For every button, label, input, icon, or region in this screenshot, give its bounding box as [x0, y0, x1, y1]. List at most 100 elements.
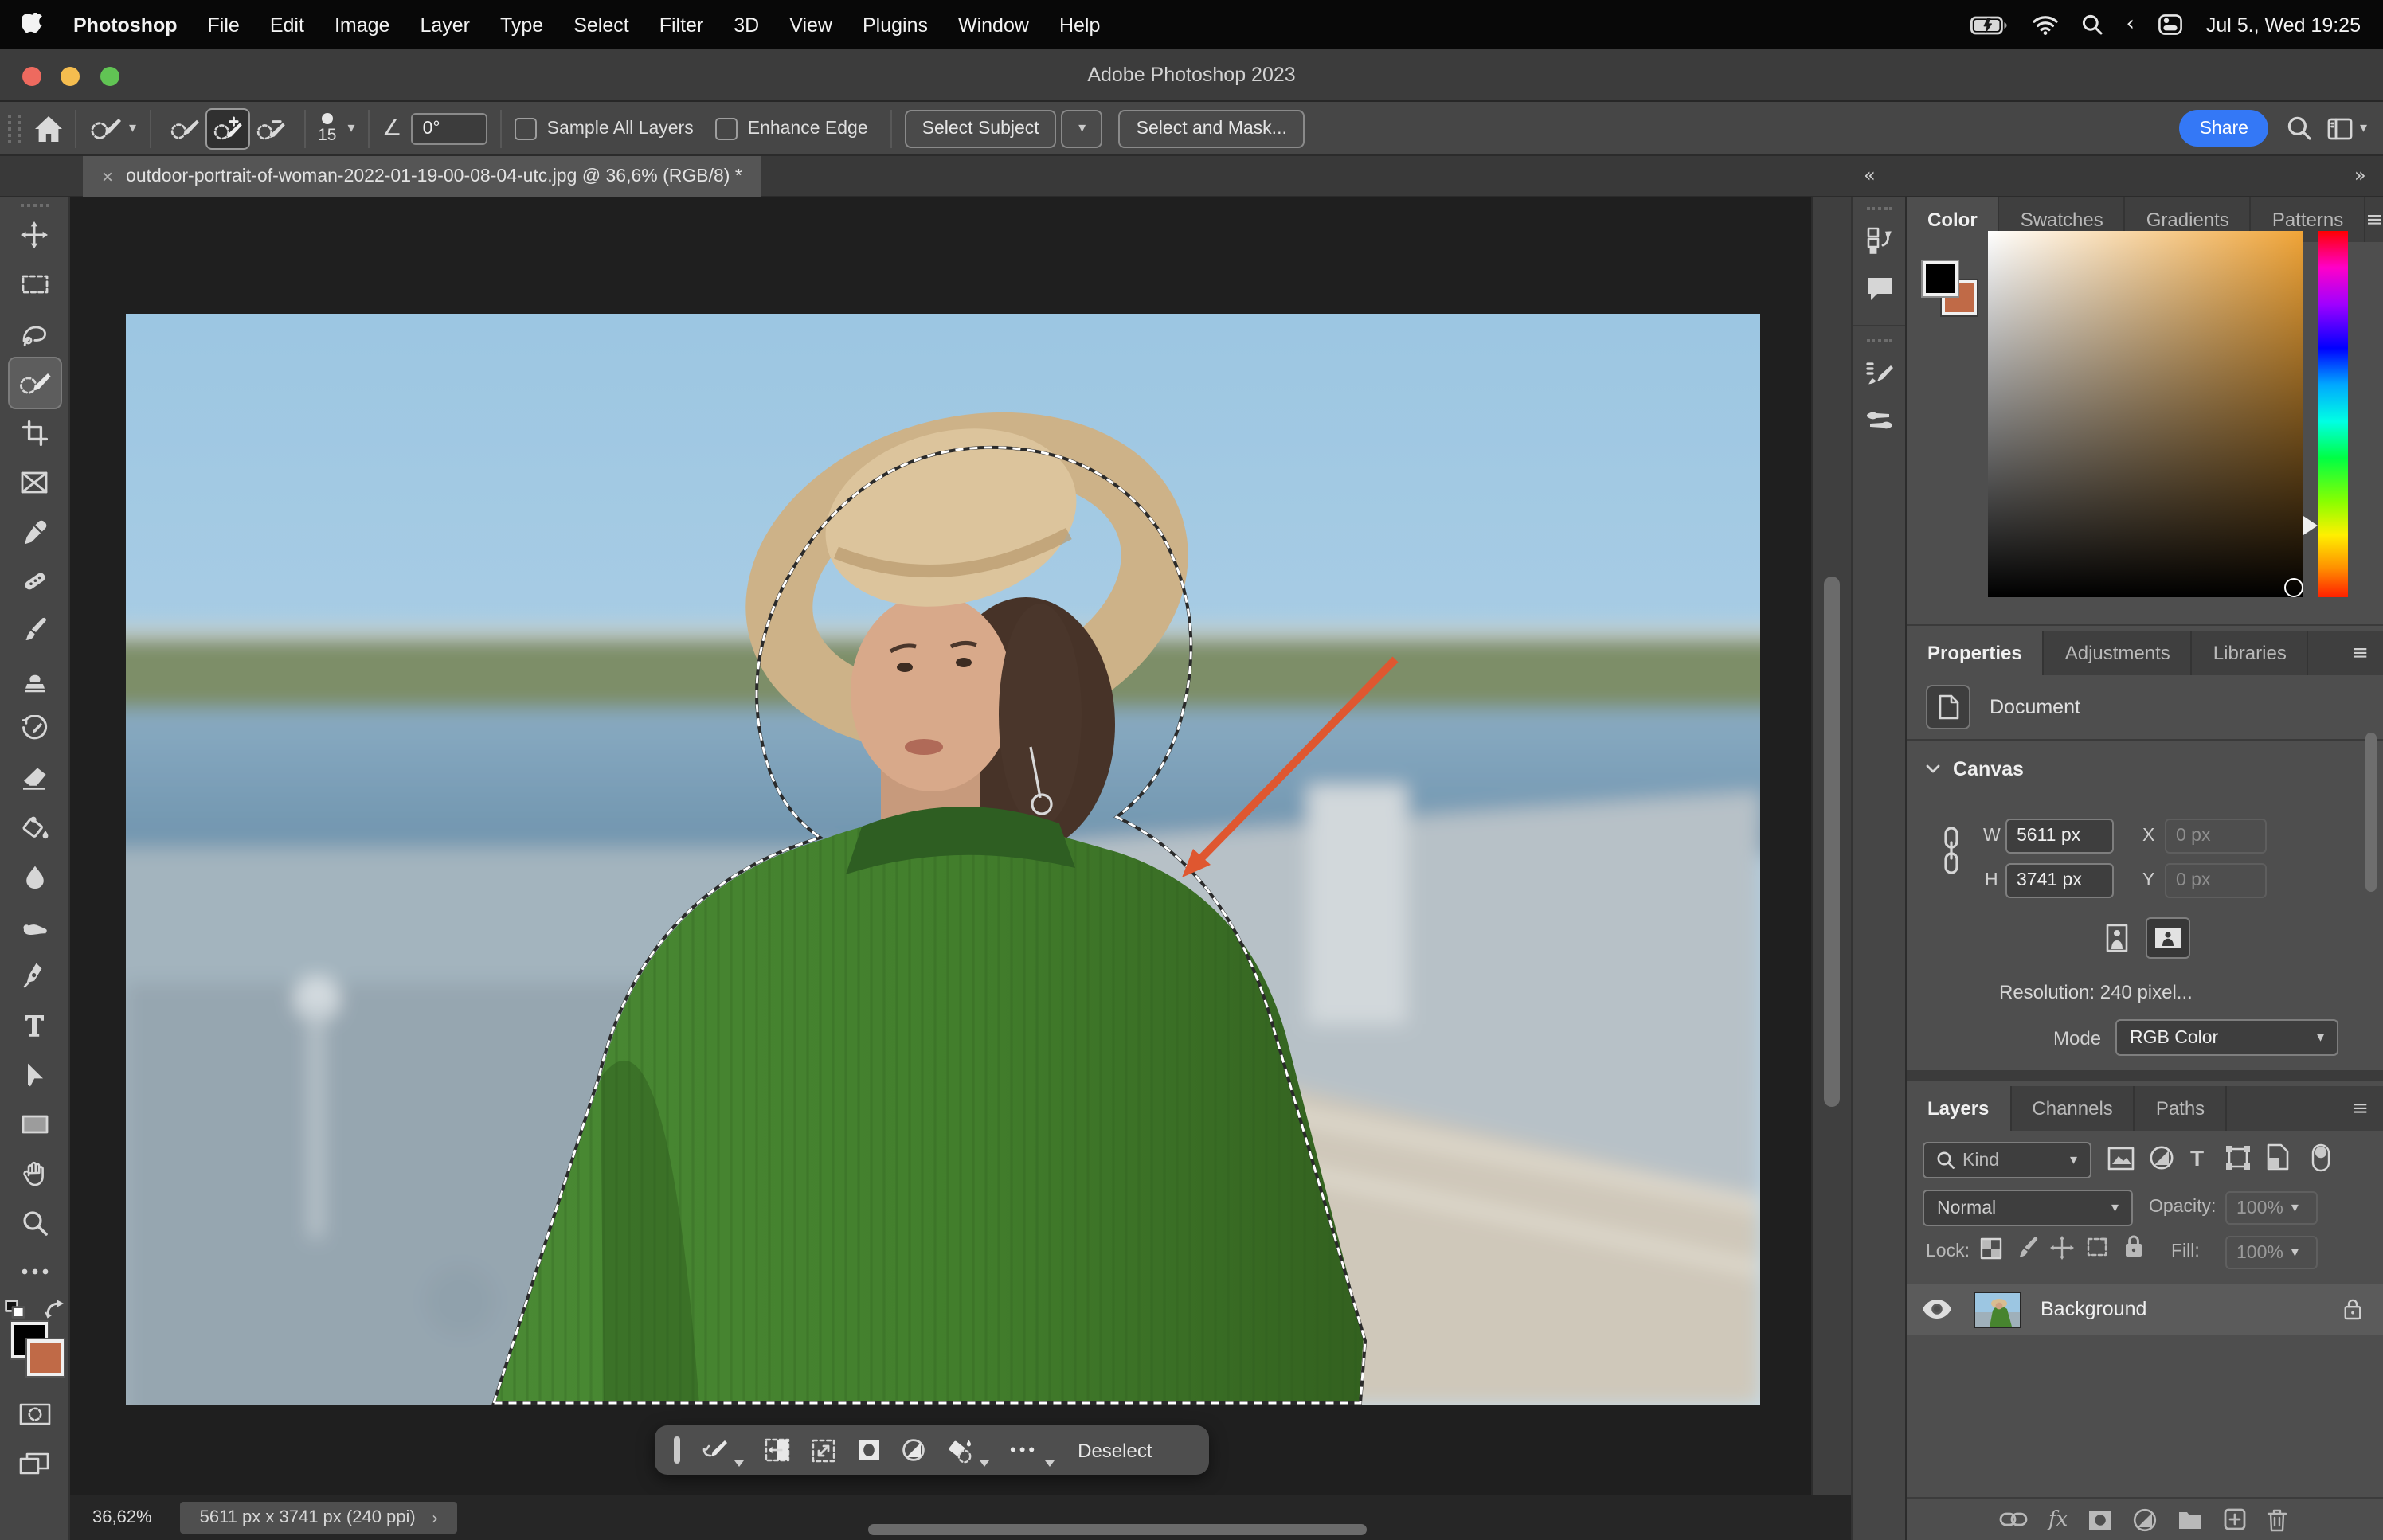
- rectangular-marquee-tool[interactable]: [9, 260, 60, 309]
- link-layers-icon[interactable]: [1999, 1511, 2028, 1527]
- workspace-panel-icon[interactable]: [2328, 117, 2354, 139]
- delete-layer-trash-icon[interactable]: [2267, 1507, 2287, 1531]
- lock-transparency-icon[interactable]: [1980, 1237, 2002, 1260]
- taskbar-more-options-icon[interactable]: •••: [1010, 1440, 1038, 1460]
- strip-grip[interactable]: [1866, 339, 1892, 342]
- tab-layers[interactable]: Layers: [1907, 1086, 2011, 1131]
- blur-tool[interactable]: [9, 852, 60, 901]
- wifi-icon[interactable]: [2032, 15, 2057, 34]
- lock-all-icon[interactable]: [2123, 1234, 2144, 1258]
- smudge-tool[interactable]: [9, 901, 60, 951]
- canvas-y-input[interactable]: 0 px: [2165, 863, 2267, 898]
- document-tab[interactable]: × outdoor-portrait-of-woman-2022-01-19-0…: [83, 156, 761, 197]
- color-mode-dropdown[interactable]: RGB Color ▾: [2115, 1019, 2338, 1056]
- history-brush-tool[interactable]: [9, 704, 60, 753]
- add-adjustment-layer-icon[interactable]: [2133, 1507, 2157, 1531]
- frame-tool[interactable]: [9, 457, 60, 506]
- add-layer-mask-icon[interactable]: [2088, 1509, 2112, 1530]
- zoom-level-field[interactable]: 36,62%: [92, 1508, 152, 1527]
- refine-selection-brush-icon[interactable]: [701, 1438, 728, 1462]
- swap-colors-icon[interactable]: [44, 1300, 65, 1319]
- eyedropper-tool[interactable]: [9, 506, 60, 556]
- tool-preset-picker[interactable]: ▾: [89, 115, 136, 142]
- brush-tool[interactable]: [9, 605, 60, 655]
- menu-item-photoshop[interactable]: Photoshop: [73, 14, 178, 36]
- paint-bucket-tool[interactable]: [9, 803, 60, 852]
- vertical-scrollbar[interactable]: [1811, 197, 1851, 1495]
- apple-menu-icon[interactable]: [22, 13, 43, 37]
- portrait-orientation-button[interactable]: [2098, 917, 2136, 959]
- hue-slider[interactable]: [2318, 231, 2348, 597]
- move-tool[interactable]: [9, 210, 60, 260]
- menu-item-filter[interactable]: Filter: [659, 14, 704, 36]
- collapse-panel-strip-icon[interactable]: «: [1864, 164, 1874, 186]
- taskbar-drag-handle[interactable]: [674, 1436, 680, 1464]
- sample-all-layers-checkbox[interactable]: Sample All Layers: [515, 117, 694, 139]
- filter-type-layers-icon[interactable]: T: [2190, 1145, 2204, 1171]
- canvas-x-input[interactable]: 0 px: [2165, 819, 2267, 854]
- transform-selection-icon[interactable]: [811, 1437, 836, 1463]
- lasso-tool[interactable]: [9, 309, 60, 358]
- canvas-section-header[interactable]: Canvas: [1926, 758, 2024, 780]
- close-tab-icon[interactable]: ×: [102, 166, 113, 188]
- strip-grip[interactable]: [1866, 207, 1892, 210]
- input-source-icon[interactable]: ‹: [2126, 13, 2134, 37]
- menu-bar-clock[interactable]: Jul 5., Wed 19:25: [2206, 14, 2361, 36]
- foreground-color-swatch[interactable]: [1923, 261, 1958, 296]
- brushes-panel-icon[interactable]: [1857, 397, 1901, 444]
- filter-adjustment-layers-icon[interactable]: [2149, 1145, 2174, 1171]
- path-selection-tool[interactable]: [9, 1049, 60, 1099]
- hand-tool[interactable]: [9, 1148, 60, 1198]
- layer-styles-fx-icon[interactable]: fx: [2048, 1507, 2068, 1531]
- canvas-width-input[interactable]: 5611 px: [2005, 819, 2114, 854]
- panel-scrollbar-thumb[interactable]: [2365, 733, 2377, 892]
- new-layer-icon[interactable]: [2224, 1508, 2246, 1530]
- filter-shape-layers-icon[interactable]: [2225, 1145, 2251, 1171]
- tab-properties[interactable]: Properties: [1907, 631, 2045, 675]
- tab-libraries[interactable]: Libraries: [2193, 631, 2309, 675]
- layer-thumbnail[interactable]: [1974, 1291, 2021, 1327]
- menu-item-help[interactable]: Help: [1059, 14, 1100, 36]
- new-selection-mode-button[interactable]: [163, 109, 205, 147]
- invert-selection-icon[interactable]: [765, 1438, 790, 1462]
- lock-position-icon[interactable]: [2050, 1236, 2074, 1260]
- menu-item-select[interactable]: Select: [573, 14, 629, 36]
- color-picker-indicator[interactable]: [2284, 578, 2303, 597]
- selection-brush-tool[interactable]: [9, 358, 60, 408]
- menu-item-window[interactable]: Window: [958, 14, 1029, 36]
- layer-visibility-eye-icon[interactable]: [1923, 1300, 1951, 1319]
- select-and-mask-button[interactable]: Select and Mask...: [1119, 109, 1305, 147]
- canvas-image[interactable]: [126, 314, 1760, 1405]
- vertical-scrollbar-thumb[interactable]: [1824, 577, 1840, 1107]
- filter-pixel-layers-icon[interactable]: [2107, 1147, 2135, 1171]
- panel-menu-icon[interactable]: ≡: [2365, 208, 2383, 232]
- quick-mask-mode-button[interactable]: [9, 1389, 60, 1438]
- filter-smart-objects-icon[interactable]: [2267, 1143, 2289, 1171]
- canvas-area[interactable]: ••• Deselect: [70, 197, 1851, 1495]
- spotlight-search-icon[interactable]: [2081, 14, 2102, 35]
- add-to-selection-mode-button[interactable]: [205, 107, 249, 149]
- select-subject-dropdown-button[interactable]: ▾: [1062, 109, 1103, 147]
- clone-stamp-tool[interactable]: [9, 655, 60, 704]
- panel-menu-icon[interactable]: ≡: [2351, 1096, 2383, 1120]
- comments-panel-icon[interactable]: [1857, 264, 1901, 312]
- menu-item-layer[interactable]: Layer: [420, 14, 470, 36]
- layer-filtering-toggle[interactable]: [2311, 1143, 2330, 1172]
- canvas-height-input[interactable]: 3741 px: [2005, 863, 2114, 898]
- background-color-swatch[interactable]: [26, 1339, 63, 1376]
- search-icon[interactable]: [2288, 116, 2312, 140]
- screen-mode-button[interactable]: [9, 1438, 60, 1487]
- menu-item-type[interactable]: Type: [500, 14, 543, 36]
- more-tools-ellipsis-icon[interactable]: [9, 1247, 60, 1296]
- layer-filter-kind-dropdown[interactable]: Kind ▾: [1923, 1142, 2091, 1178]
- menu-item-edit[interactable]: Edit: [270, 14, 304, 36]
- pen-tool[interactable]: [9, 951, 60, 1000]
- menu-item-3d[interactable]: 3D: [734, 14, 759, 36]
- document-size-status[interactable]: 5611 px x 3741 px (240 ppi) ›: [181, 1502, 458, 1534]
- tab-color[interactable]: Color: [1907, 197, 2000, 242]
- menu-item-image[interactable]: Image: [335, 14, 390, 36]
- zoom-tool[interactable]: [9, 1198, 60, 1247]
- subtract-from-selection-mode-button[interactable]: [249, 109, 291, 147]
- fill-selection-icon[interactable]: [946, 1437, 973, 1463]
- horizontal-scrollbar-thumb[interactable]: [868, 1524, 1367, 1535]
